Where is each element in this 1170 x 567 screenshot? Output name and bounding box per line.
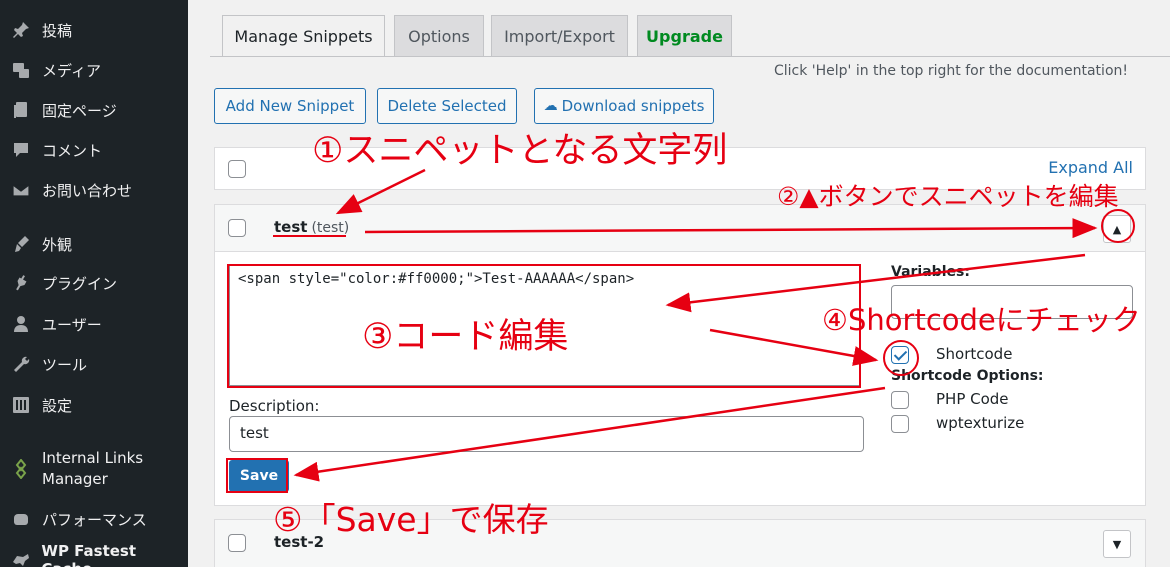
media-icon <box>10 60 32 80</box>
sidebar-item-internal-links[interactable]: Internal Links Manager <box>0 447 188 491</box>
link-manager-icon <box>10 459 32 479</box>
annotation-4: ④Shortcodeにチェック <box>822 303 1141 337</box>
annotation-1: ①スニペットとなる文字列 <box>312 131 728 171</box>
variables-label: Variables: <box>891 264 970 280</box>
description-label: Description: <box>229 397 320 415</box>
sidebar-item-wp-fastest-cache[interactable]: WP Fastest Cache <box>0 542 188 567</box>
sidebar-item-label: ツール <box>42 355 88 374</box>
sidebar-item-comments[interactable]: コメント <box>0 133 188 167</box>
shortcode-label: Shortcode <box>936 345 1013 363</box>
annotation-5: ⑤「Save」で保存 <box>273 500 549 539</box>
annotation-3: ③コード編集 <box>362 317 569 357</box>
save-highlight-box <box>226 458 288 493</box>
snippet-title[interactable]: test (test) <box>274 218 349 236</box>
tab-import-export[interactable]: Import/Export <box>491 15 628 56</box>
sidebar-item-appearance[interactable]: 外観 <box>0 227 188 261</box>
sidebar-item-label: 固定ページ <box>42 101 117 120</box>
sidebar-item-label: Internal Links Manager <box>42 449 144 488</box>
settings-icon <box>10 395 32 415</box>
performance-icon <box>10 509 32 529</box>
shortcode-highlight-circle <box>883 340 919 376</box>
snippet-checkbox[interactable] <box>228 219 246 237</box>
annotation-2: ②▲ボタンでスニペットを編集 <box>777 182 1119 211</box>
sidebar-item-label: パフォーマンス <box>42 510 147 529</box>
sidebar-item-media[interactable]: メディア <box>0 53 188 87</box>
php-code-label: PHP Code <box>936 390 1009 408</box>
select-all-checkbox[interactable] <box>228 160 246 178</box>
sidebar-item-pages[interactable]: 固定ページ <box>0 93 188 127</box>
snippet-subtitle: (test) <box>311 220 350 236</box>
sidebar-item-performance[interactable]: パフォーマンス <box>0 502 188 536</box>
tabs-divider <box>210 56 1170 57</box>
sidebar-item-posts[interactable]: 投稿 <box>0 13 188 47</box>
wrench-icon <box>10 354 32 374</box>
sidebar-item-label: お問い合わせ <box>42 181 133 200</box>
sidebar-item-settings[interactable]: 設定 <box>0 388 188 422</box>
expand-toggle-button[interactable]: ▼ <box>1103 530 1131 558</box>
admin-sidebar: 投稿 メディア 固定ページ コメント お問い合わせ 外観 プラグイン ユーザー … <box>0 0 188 567</box>
sidebar-item-label: コメント <box>42 141 103 160</box>
sidebar-item-label: メディア <box>42 61 101 80</box>
download-snippets-label: Download snippets <box>561 97 705 115</box>
delete-selected-button[interactable]: Delete Selected <box>377 88 517 124</box>
sidebar-item-label: 設定 <box>42 396 73 415</box>
toggle-highlight-circle <box>1101 209 1135 243</box>
pin-icon <box>10 20 32 40</box>
wptexturize-checkbox[interactable] <box>891 415 909 433</box>
tab-manage-snippets[interactable]: Manage Snippets <box>222 15 385 57</box>
help-note: Click 'Help' in the top right for the do… <box>773 63 1128 79</box>
snippet-name-underline <box>273 235 346 237</box>
brush-icon <box>10 234 32 254</box>
description-input[interactable]: test <box>229 416 864 452</box>
plugin-icon <box>10 273 32 293</box>
sidebar-item-label: WP Fastest Cache <box>41 542 137 567</box>
snippet-checkbox[interactable] <box>228 534 246 552</box>
sidebar-item-label: ユーザー <box>42 315 102 334</box>
sidebar-item-contact[interactable]: お問い合わせ <box>0 173 188 207</box>
user-icon <box>10 314 32 334</box>
download-snippets-button[interactable]: ☁ Download snippets <box>534 88 714 124</box>
mail-icon <box>10 180 32 200</box>
cloud-download-icon: ☁ <box>543 98 558 114</box>
page-icon <box>10 100 32 120</box>
sidebar-item-label: プラグイン <box>42 274 118 293</box>
snippet-name: test <box>274 218 308 236</box>
sidebar-item-tools[interactable]: ツール <box>0 347 188 381</box>
sidebar-item-users[interactable]: ユーザー <box>0 307 188 341</box>
sidebar-item-label: 投稿 <box>42 21 73 40</box>
sidebar-item-plugins[interactable]: プラグイン <box>0 266 188 300</box>
expand-all-link[interactable]: Expand All <box>1048 158 1133 177</box>
tab-options[interactable]: Options <box>394 15 484 56</box>
add-new-snippet-button[interactable]: Add New Snippet <box>214 88 366 124</box>
tab-upgrade[interactable]: Upgrade <box>637 15 732 56</box>
comment-icon <box>10 140 32 160</box>
sidebar-item-label: 外観 <box>42 235 73 254</box>
php-code-checkbox[interactable] <box>891 391 909 409</box>
wptexturize-label: wptexturize <box>936 414 1025 432</box>
cheetah-icon <box>10 550 31 567</box>
